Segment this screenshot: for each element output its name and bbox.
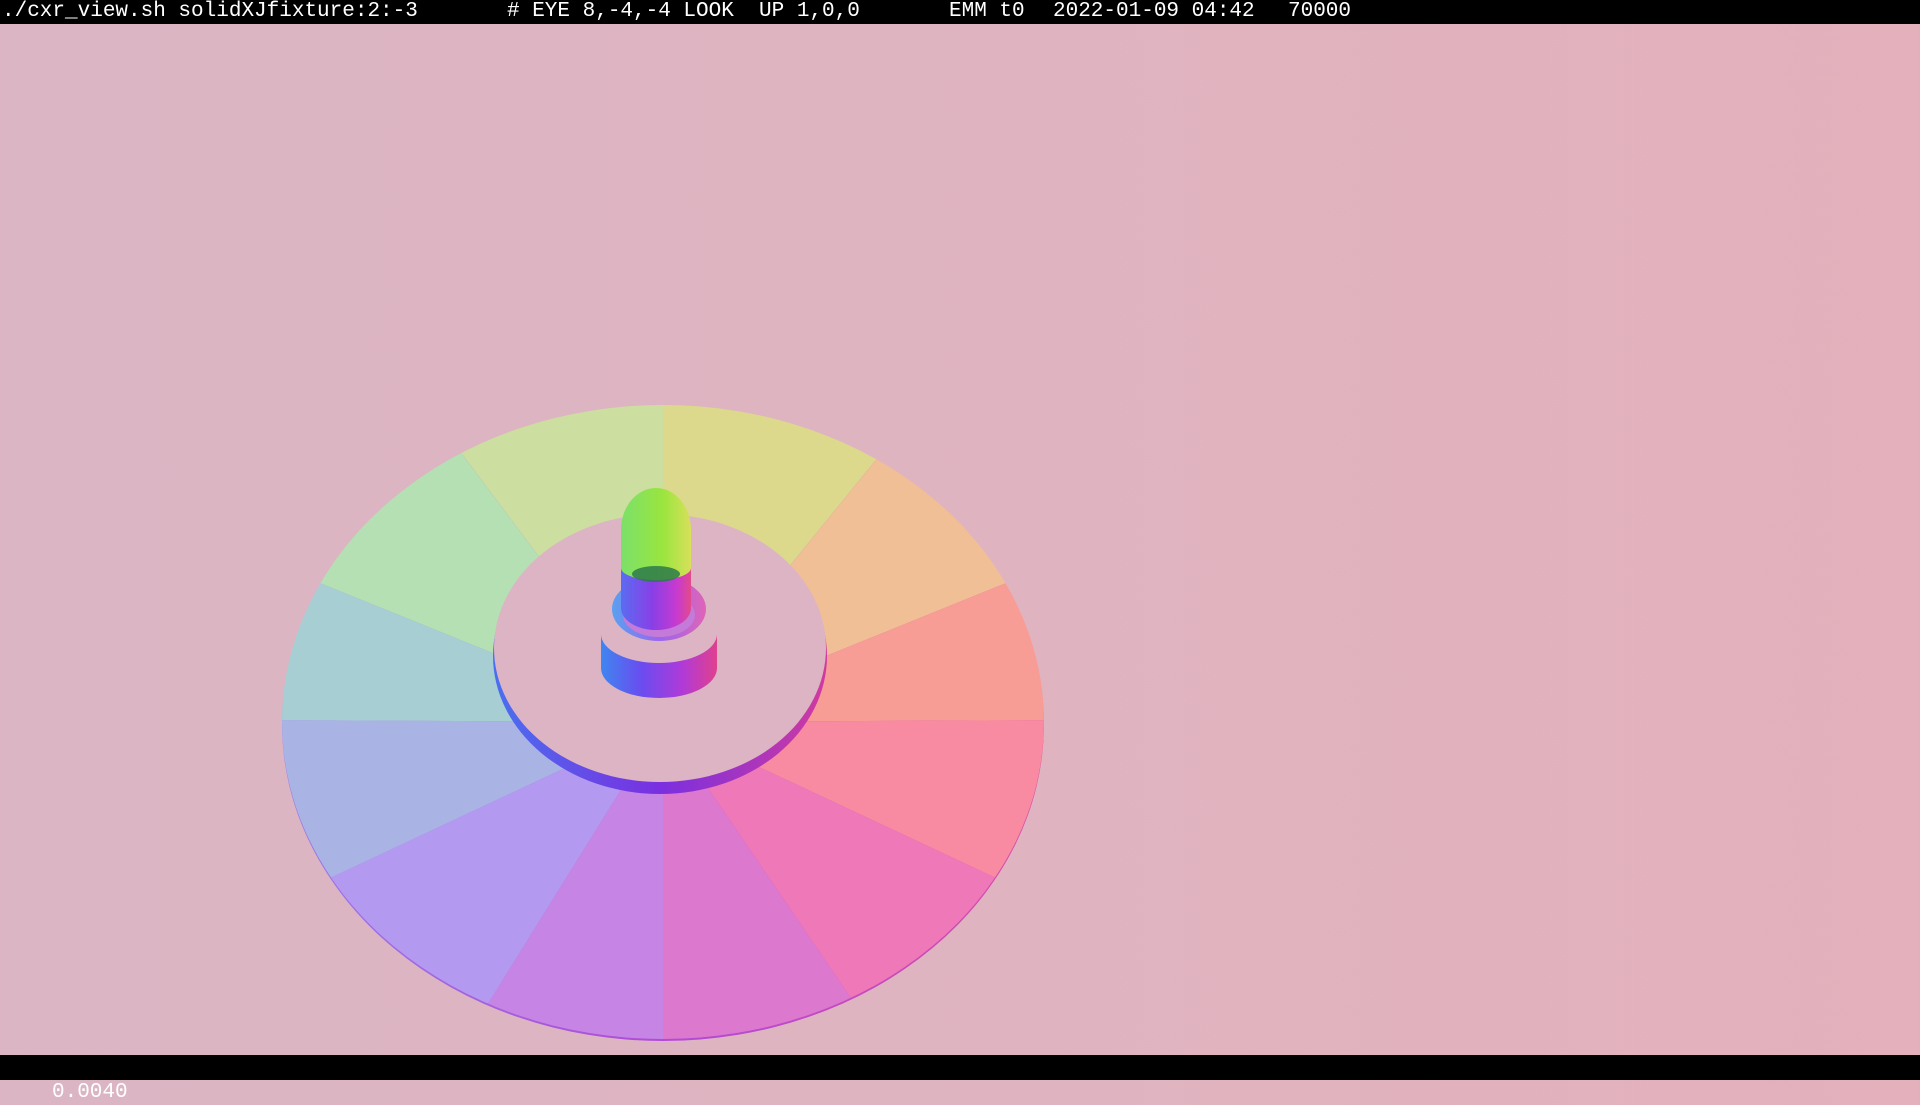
mode-text: EMM t0: [949, 0, 1025, 23]
camera-text: # EYE 8,-4,-4 LOOK UP 1,0,0: [507, 0, 860, 23]
datetime-text: 2022-01-09 04:42: [1053, 0, 1255, 23]
title-bar: ./cxr_view.sh solidXJfixture:2:-3 # EYE …: [0, 0, 1920, 24]
count-text: 70000: [1288, 0, 1352, 23]
pin-cap-underside: [632, 566, 680, 582]
status-value: 0.0040: [52, 1081, 128, 1104]
status-bar: 0.0040: [0, 1055, 1920, 1104]
render-viewport[interactable]: [0, 24, 1920, 1055]
command-text: ./cxr_view.sh solidXJfixture:2:-3: [2, 0, 418, 23]
